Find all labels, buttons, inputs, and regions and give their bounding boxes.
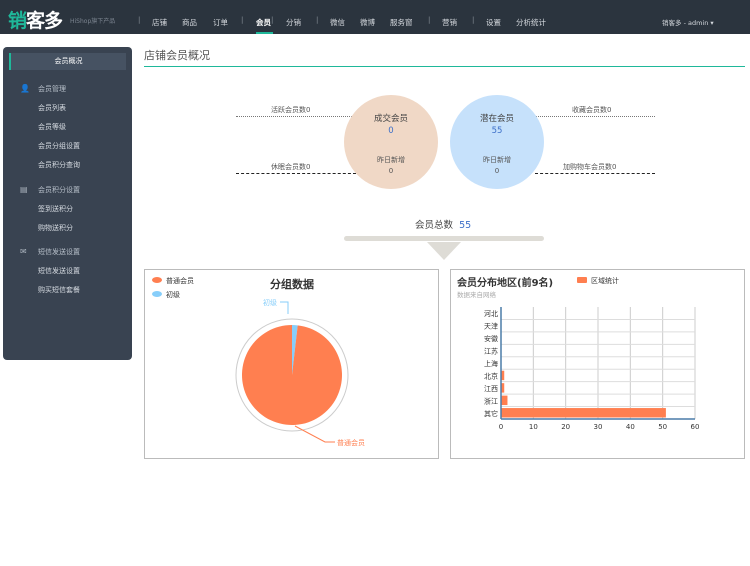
nav-separator: | xyxy=(138,16,141,24)
database-icon: ▤ xyxy=(20,185,28,194)
nav-item[interactable]: 微信 xyxy=(330,17,345,28)
group-pie-chart-panel: 分组数据 普通会员 初级 初级 普通会员 xyxy=(144,269,439,459)
pie-label: 初级 xyxy=(263,298,277,307)
sidebar-item[interactable]: 会员等级 xyxy=(38,122,66,132)
total-members: 会员总数 55 xyxy=(415,217,471,231)
sidebar-item[interactable]: 购物送积分 xyxy=(38,223,73,233)
legend-swatch xyxy=(152,277,162,283)
nav-item[interactable]: 设置 xyxy=(486,17,501,28)
pie-label: 普通会员 xyxy=(337,438,365,447)
bar xyxy=(501,408,666,418)
deal-members-value: 0 xyxy=(388,126,394,136)
nav-separator: | xyxy=(241,16,244,24)
total-bar xyxy=(344,236,544,241)
sidebar-group-title: 短信发送设置 xyxy=(38,248,80,256)
pie-label-line xyxy=(294,425,335,443)
deal-members-title: 成交会员 xyxy=(373,114,408,124)
x-tick-label: 10 xyxy=(529,423,538,431)
nav-item[interactable]: 营销 xyxy=(442,17,457,28)
down-arrow xyxy=(427,242,461,260)
sidebar-item[interactable]: 会员积分查询 xyxy=(38,160,80,170)
total-members-value: 55 xyxy=(459,220,472,231)
nav-separator: | xyxy=(428,16,431,24)
x-tick-label: 0 xyxy=(499,423,503,431)
potential-new-label: 昨日新增 xyxy=(483,156,511,164)
nav-item[interactable]: 商品 xyxy=(182,17,197,28)
potential-members-value: 55 xyxy=(491,126,503,136)
divider xyxy=(535,173,655,174)
nav-item[interactable]: 会员 xyxy=(256,17,271,28)
legend-label: 初级 xyxy=(166,290,180,299)
sidebar-item[interactable]: 签到送积分 xyxy=(38,204,73,214)
legend-label: 区域统计 xyxy=(591,276,619,285)
active-nav-indicator xyxy=(256,32,273,34)
potential-members-title: 潜在会员 xyxy=(479,114,514,124)
chart-title: 分组数据 xyxy=(270,277,314,291)
total-members-label: 会员总数 xyxy=(415,220,454,231)
dormant-members-stat: 休眠会员数0 xyxy=(271,163,311,171)
sidebar-group-title: 会员积分设置 xyxy=(38,186,80,194)
page-title: 店铺会员概况 xyxy=(144,49,210,62)
nav-separator: | xyxy=(472,16,475,24)
region-bar-chart: 会员分布地区(前9名)数据来自网络 区域统计 0 10 20 30 40 50 60 河北天津安徽… xyxy=(457,276,700,431)
pie-label-line xyxy=(280,301,289,314)
x-tick-label: 30 xyxy=(594,423,603,431)
nav-item[interactable]: 分销 xyxy=(286,17,301,28)
sidebar-item[interactable]: 会员分组设置 xyxy=(38,141,80,151)
group-pie-chart: 分组数据普通会员初级初级普通会员 xyxy=(152,276,365,447)
deal-members-circle: 成交会员 0 昨日新增 0 xyxy=(344,95,438,189)
chart-subtitle: 数据来自网络 xyxy=(457,290,497,299)
top-nav-bar: 销客多 HiShop旗下产品 | | | | | | 店铺 商品 订单 会员 分销 微信 微博 服务窗 营销… xyxy=(0,0,750,34)
divider xyxy=(236,116,356,117)
y-tick-label: 江西 xyxy=(484,385,498,393)
y-tick-label: 天津 xyxy=(484,323,498,331)
deal-new-label: 昨日新增 xyxy=(377,156,405,164)
sidebar-group-title: 会员管理 xyxy=(38,85,66,93)
nav-item[interactable]: 微博 xyxy=(360,17,375,28)
y-tick-label: 上海 xyxy=(484,359,498,368)
y-tick-label: 安徽 xyxy=(484,334,498,343)
potential-new-value: 0 xyxy=(494,167,500,175)
divider xyxy=(236,173,356,174)
nav-item[interactable]: 订单 xyxy=(213,17,228,28)
x-tick-label: 60 xyxy=(691,423,700,431)
user-menu[interactable]: 销客多 - admin ▾ xyxy=(662,17,714,27)
envelope-icon: ✉ xyxy=(20,247,27,256)
sidebar-item[interactable]: 短信发送设置 xyxy=(38,266,80,276)
y-tick-label: 河北 xyxy=(484,310,498,318)
nav-separator: | xyxy=(316,16,319,24)
sidebar-item[interactable]: 会员列表 xyxy=(38,103,66,113)
potential-members-circle: 潜在会员 55 昨日新增 0 xyxy=(450,95,544,189)
deal-new-value: 0 xyxy=(388,167,394,175)
y-tick-label: 其它 xyxy=(484,409,498,418)
title-divider xyxy=(144,66,745,67)
y-tick-label: 江苏 xyxy=(484,347,498,356)
x-tick-label: 50 xyxy=(658,423,667,431)
legend-swatch xyxy=(152,291,162,297)
cart-members-stat: 加购物车会员数0 xyxy=(563,163,617,171)
pie-slice xyxy=(242,325,342,425)
y-tick-label: 北京 xyxy=(484,371,498,380)
chart-title: 会员分布地区(前9名) xyxy=(457,276,553,289)
bar xyxy=(501,395,508,406)
nav-item[interactable]: 分析统计 xyxy=(516,17,546,28)
legend-label: 普通会员 xyxy=(166,276,194,285)
x-tick-label: 20 xyxy=(561,423,570,431)
sidebar-item-member-overview[interactable]: 会员概况 xyxy=(9,53,126,70)
logo[interactable]: 销客多 xyxy=(8,6,63,33)
region-bar-chart-panel: 会员分布地区(前9名) 数据来自网络 区域统计 0 10 20 30 40 50 60 河北天津安徽… xyxy=(450,269,745,459)
nav-item[interactable]: 服务窗 xyxy=(390,17,413,28)
divider xyxy=(535,116,655,117)
active-members-stat: 活跃会员数0 xyxy=(271,106,311,114)
y-tick-label: 浙江 xyxy=(484,396,498,405)
favorite-members-stat: 收藏会员数0 xyxy=(572,106,612,114)
legend-swatch xyxy=(577,277,587,283)
x-tick-label: 40 xyxy=(626,423,635,431)
users-icon: 👤 xyxy=(20,84,30,93)
nav-item[interactable]: 店铺 xyxy=(152,17,167,28)
nav-separator: | xyxy=(271,16,274,24)
sidebar-item[interactable]: 购买短信套餐 xyxy=(38,285,80,295)
logo-subtitle: HiShop旗下产品 xyxy=(70,18,116,25)
